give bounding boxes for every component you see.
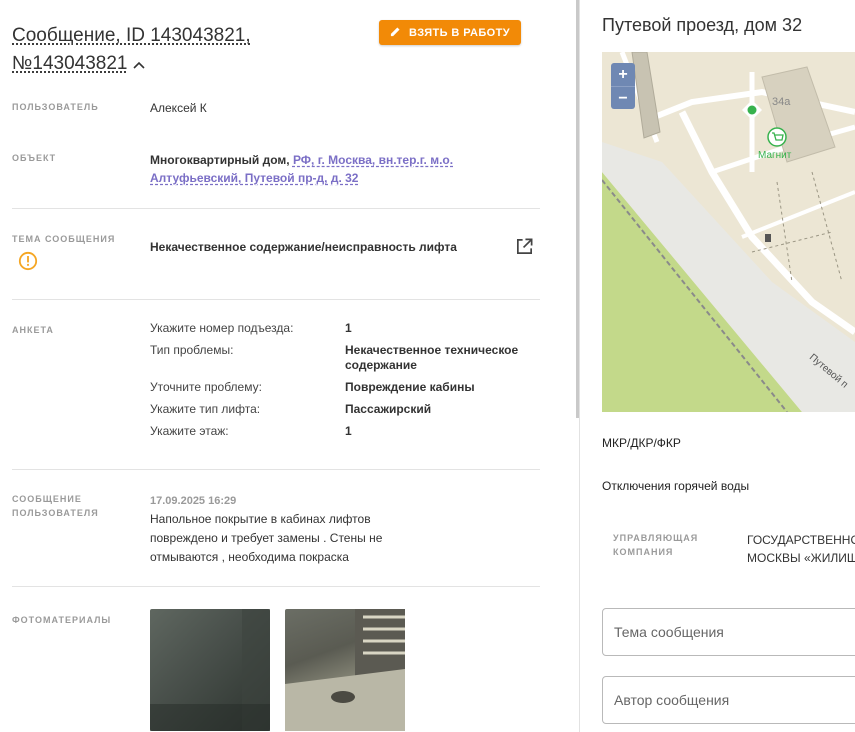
object-type: Многоквартирный дом, — [150, 153, 290, 167]
anketa-question: Укажите тип лифта: — [150, 402, 261, 416]
company-label-line-1: УПРАВЛЯЮЩАЯ — [613, 533, 699, 543]
message-label: СООБЩЕНИЕ ПОЛЬЗОВАТЕЛЯ — [12, 492, 99, 520]
map-zoom-control: + − — [611, 63, 635, 109]
message-panel: Сообщение, ID 143043821, №143043821 ВЗЯТ… — [0, 0, 578, 732]
photo-thumbnail[interactable] — [285, 609, 405, 731]
map-shop-label: Магнит — [758, 150, 792, 161]
object-value: Многоквартирный дом, РФ, г. Москва, вн.т… — [150, 151, 480, 187]
anketa-answer: 1 — [345, 321, 352, 335]
divider — [12, 469, 540, 470]
company-label-line-2: КОМПАНИЯ — [613, 547, 674, 557]
address-title: Путевой проезд, дом 32 — [602, 15, 803, 35]
topic-value: Некачественное содержание/неисправность … — [150, 240, 457, 254]
divider — [12, 586, 540, 587]
map[interactable]: + − 34а Магнит Путевой п — [602, 52, 855, 412]
divider — [12, 208, 540, 209]
title-line-1: Сообщение, ID 143043821, — [12, 25, 251, 46]
topic-input[interactable]: Тема сообщения — [602, 608, 855, 656]
message-text: Напольное покрытие в кабинах лифтов повр… — [150, 512, 383, 564]
company-line-1: ГОСУДАРСТВЕННОЕ — [747, 533, 855, 547]
pencil-icon — [390, 26, 401, 40]
anketa-answer: Повреждение кабины — [345, 380, 475, 394]
warning-icon — [18, 251, 38, 271]
zoom-in-button[interactable]: + — [611, 63, 635, 86]
company-label: УПРАВЛЯЮЩАЯ КОМПАНИЯ — [613, 531, 698, 559]
author-input[interactable]: Автор сообщения — [602, 676, 855, 724]
topic-label: ТЕМА СООБЩЕНИЯ — [12, 234, 116, 244]
anketa-question: Укажите этаж: — [150, 424, 229, 438]
anketa-question: Уточните проблему: — [150, 380, 262, 394]
company-line-2: МОСКВЫ «ЖИЛИЩ — [747, 551, 855, 565]
hot-water-outage-link[interactable]: Отключения горячей воды — [602, 479, 749, 493]
message-date: 17.09.2025 16:29 — [150, 495, 237, 507]
object-label: ОБЪЕКТ — [12, 153, 57, 163]
object-panel: Путевой проезд, дом 32 + − 34а Магнит Пу… — [580, 0, 855, 732]
anketa-answer: 1 — [345, 424, 352, 438]
message-label-line-2: ПОЛЬЗОВАТЕЛЯ — [12, 508, 99, 518]
anketa-question: Тип проблемы: — [150, 343, 234, 357]
message-label-line-1: СООБЩЕНИЕ — [12, 494, 82, 504]
page-title[interactable]: Сообщение, ID 143043821, №143043821 — [12, 22, 312, 78]
take-to-work-label: ВЗЯТЬ В РАБОТУ — [409, 26, 510, 39]
title-line-2: №143043821 — [12, 53, 128, 74]
map-building-label: 34а — [772, 96, 791, 108]
user-value: Алексей К — [150, 101, 207, 115]
take-to-work-button[interactable]: ВЗЯТЬ В РАБОТУ — [379, 20, 521, 45]
photos-label: ФОТОМАТЕРИАЛЫ — [12, 615, 112, 625]
anketa-answer: Некачественное техническое содержание — [345, 343, 519, 372]
chevron-up-icon[interactable] — [133, 50, 146, 78]
external-link-icon[interactable] — [515, 237, 534, 256]
anketa-question: Укажите номер подъезда: — [150, 321, 294, 335]
zoom-out-button[interactable]: − — [611, 86, 635, 110]
company-value: ГОСУДАРСТВЕННОЕ МОСКВЫ «ЖИЛИЩ — [747, 531, 855, 567]
user-label: ПОЛЬЗОВАТЕЛЬ — [12, 102, 99, 112]
anketa-answer: Пассажирский — [345, 402, 432, 416]
photo-thumbnail[interactable] — [150, 609, 270, 731]
mkr-link[interactable]: МКР/ДКР/ФКР — [602, 436, 681, 450]
anketa-label: АНКЕТА — [12, 325, 54, 335]
divider — [12, 299, 540, 300]
